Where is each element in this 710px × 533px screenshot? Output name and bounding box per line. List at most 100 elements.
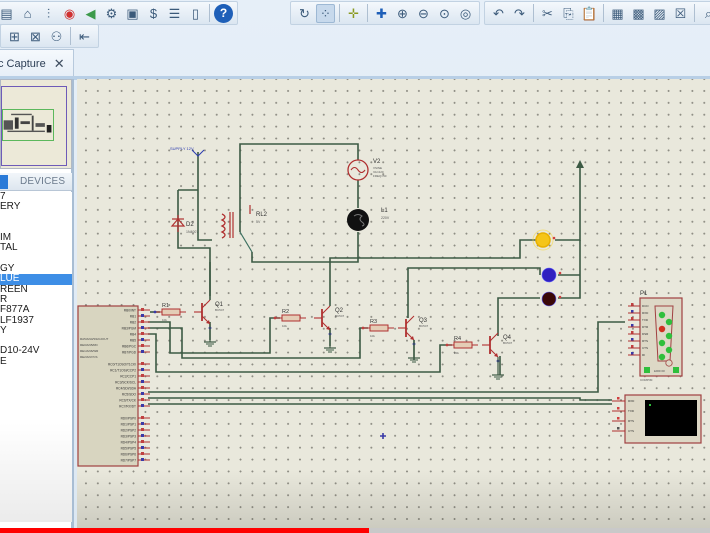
pin-state-indicator <box>141 368 144 371</box>
pin-state-indicator <box>631 352 634 355</box>
db9-pin-icon <box>658 339 666 347</box>
terminal-pin-label: CTS <box>628 429 634 433</box>
led-yellow[interactable] <box>532 229 556 251</box>
connector-pin-label: RTS <box>642 339 648 343</box>
wire <box>148 397 612 401</box>
mcu-pin-label: RC1/T1OSI/CCP2 <box>110 368 136 372</box>
resistor-ref: R4 <box>454 336 461 342</box>
video-progress-fill <box>0 528 370 533</box>
wire <box>197 152 212 241</box>
pin-state-indicator <box>141 332 144 335</box>
pin-state-indicator <box>558 271 562 275</box>
mcu-pin-label: RB5 <box>130 338 136 342</box>
pin-state-indicator <box>141 350 144 353</box>
db9-pin-icon <box>665 346 673 354</box>
connector-pin-label: DSR <box>642 332 649 336</box>
serial-connector-p1[interactable]: P1 DCD RXD TXD DTR DSR RTS CTS RI ERROR COMPIM <box>628 291 683 382</box>
connector-pin-label: CTS <box>642 346 648 350</box>
pin-state-indicator <box>631 338 634 341</box>
ground-icon <box>204 324 216 347</box>
ground-icon <box>324 330 336 353</box>
terminal-pin-label: RXD <box>628 399 635 403</box>
cursor-marker <box>380 433 386 439</box>
ac-source-v2[interactable]: V2 VSINE VA=220 FREQ=50 <box>347 159 387 181</box>
mcu-pin-label: RD2/PSP2 <box>121 428 137 432</box>
pin-state-indicator <box>631 303 634 306</box>
resistor-1[interactable]: R1 10k <box>153 303 186 322</box>
resistor-2[interactable]: R2 10k <box>273 309 306 328</box>
diode-ref: D2 <box>186 222 194 228</box>
resistor-ref: R1 <box>162 303 169 309</box>
transistor-value: BC547 <box>503 341 513 345</box>
connector-label: COMPIM <box>640 378 653 382</box>
pin-state-indicator <box>617 407 620 410</box>
connector-sub: ERROR <box>654 369 666 373</box>
mcu-pin-label: RC3/SCK/SCL <box>115 380 136 384</box>
pin-state-indicator <box>141 416 144 419</box>
diode-d2[interactable]: D2 1N4007 <box>170 215 198 234</box>
wire <box>148 317 280 354</box>
mcu-pin-label: RB4 <box>130 332 136 336</box>
wire <box>177 190 211 300</box>
pin-state-indicator <box>141 308 144 311</box>
mcu-left-label: RA5/AN4/SS/C2OUT <box>80 337 109 341</box>
resistor-value: 10k <box>162 318 167 322</box>
pin-state-indicator <box>141 404 144 407</box>
pin-state-indicator <box>141 380 144 383</box>
lamp-ref: L1 <box>381 208 388 214</box>
pin-state-indicator <box>141 452 144 455</box>
pin-state-indicator <box>141 392 144 395</box>
led-red[interactable] <box>541 291 562 307</box>
connector-pin-label: RI <box>642 353 645 357</box>
pin-state-indicator <box>141 362 144 365</box>
pin-state-indicator <box>141 422 144 425</box>
pin-state-indicator <box>141 314 144 317</box>
db9-pin-icon <box>665 318 673 326</box>
pin-state-indicator <box>631 331 634 334</box>
mcu-pin-label: RD6/PSP6 <box>121 452 137 456</box>
resistor-4[interactable]: R4 10k <box>445 336 478 355</box>
db9-pin-icon <box>658 325 666 333</box>
wire <box>329 239 538 306</box>
relay-value: 5V <box>256 220 261 224</box>
pin-state-indicator <box>141 398 144 401</box>
resistor-ref: R2 <box>282 309 289 315</box>
mcu-pin-label: RD4/PSP4 <box>121 440 137 444</box>
lamp-l1[interactable]: L1 220V <box>347 208 390 231</box>
pin-state-indicator <box>141 446 144 449</box>
pin-state-indicator <box>141 440 144 443</box>
db9-pin-icon <box>658 311 666 319</box>
mcu-pin-label: RC0/T1OSO/T1CKI <box>108 362 136 366</box>
power-terminal-icon <box>576 160 584 168</box>
relay-ref: RL2 <box>256 212 268 218</box>
wire <box>558 240 581 299</box>
connector-pin-label: TXD <box>642 318 649 322</box>
pin-state-indicator <box>631 324 634 327</box>
pin-state-indicator <box>141 320 144 323</box>
pin-state-indicator <box>361 326 365 330</box>
wire <box>239 143 359 232</box>
mcu-pin-label: RC2/CCP1 <box>120 374 136 378</box>
pin-state-indicator <box>273 316 277 320</box>
resistor-3[interactable]: R3 10k <box>361 319 394 338</box>
pin-state-indicator <box>631 310 634 313</box>
transistor-value: BC547 <box>215 308 225 312</box>
mcu-pin-label: RB0/INT <box>124 308 136 312</box>
pin-state-indicator <box>631 317 634 320</box>
transistor-q4[interactable]: Q4BC547 <box>482 332 513 363</box>
db9-pin-icon <box>665 359 673 367</box>
pin-state-indicator <box>552 236 556 240</box>
relay-rl2[interactable]: RL2 5V <box>220 205 268 253</box>
connector-ref: P1 <box>640 291 648 297</box>
pin-state-indicator <box>153 310 157 314</box>
microcontroller-pic[interactable]: RB0/INT RB1 RB2 RB3/PGM RB4 RB5 RB6/PGC RB7/PGD… <box>77 305 150 467</box>
connector-pin-label: DCD <box>642 304 649 308</box>
pin-state-indicator <box>617 427 620 430</box>
transistor-value: BC547 <box>419 324 429 328</box>
wire <box>497 297 540 336</box>
mcu-pin-label: RB1 <box>130 314 136 318</box>
video-progress-bar[interactable] <box>0 528 710 533</box>
mcu-pin-label: RC7/RX/DT <box>119 404 136 408</box>
mcu-pin-label: RD3/PSP3 <box>121 434 137 438</box>
virtual-terminal[interactable]: RXD TXD RTS CTS <box>612 394 702 444</box>
